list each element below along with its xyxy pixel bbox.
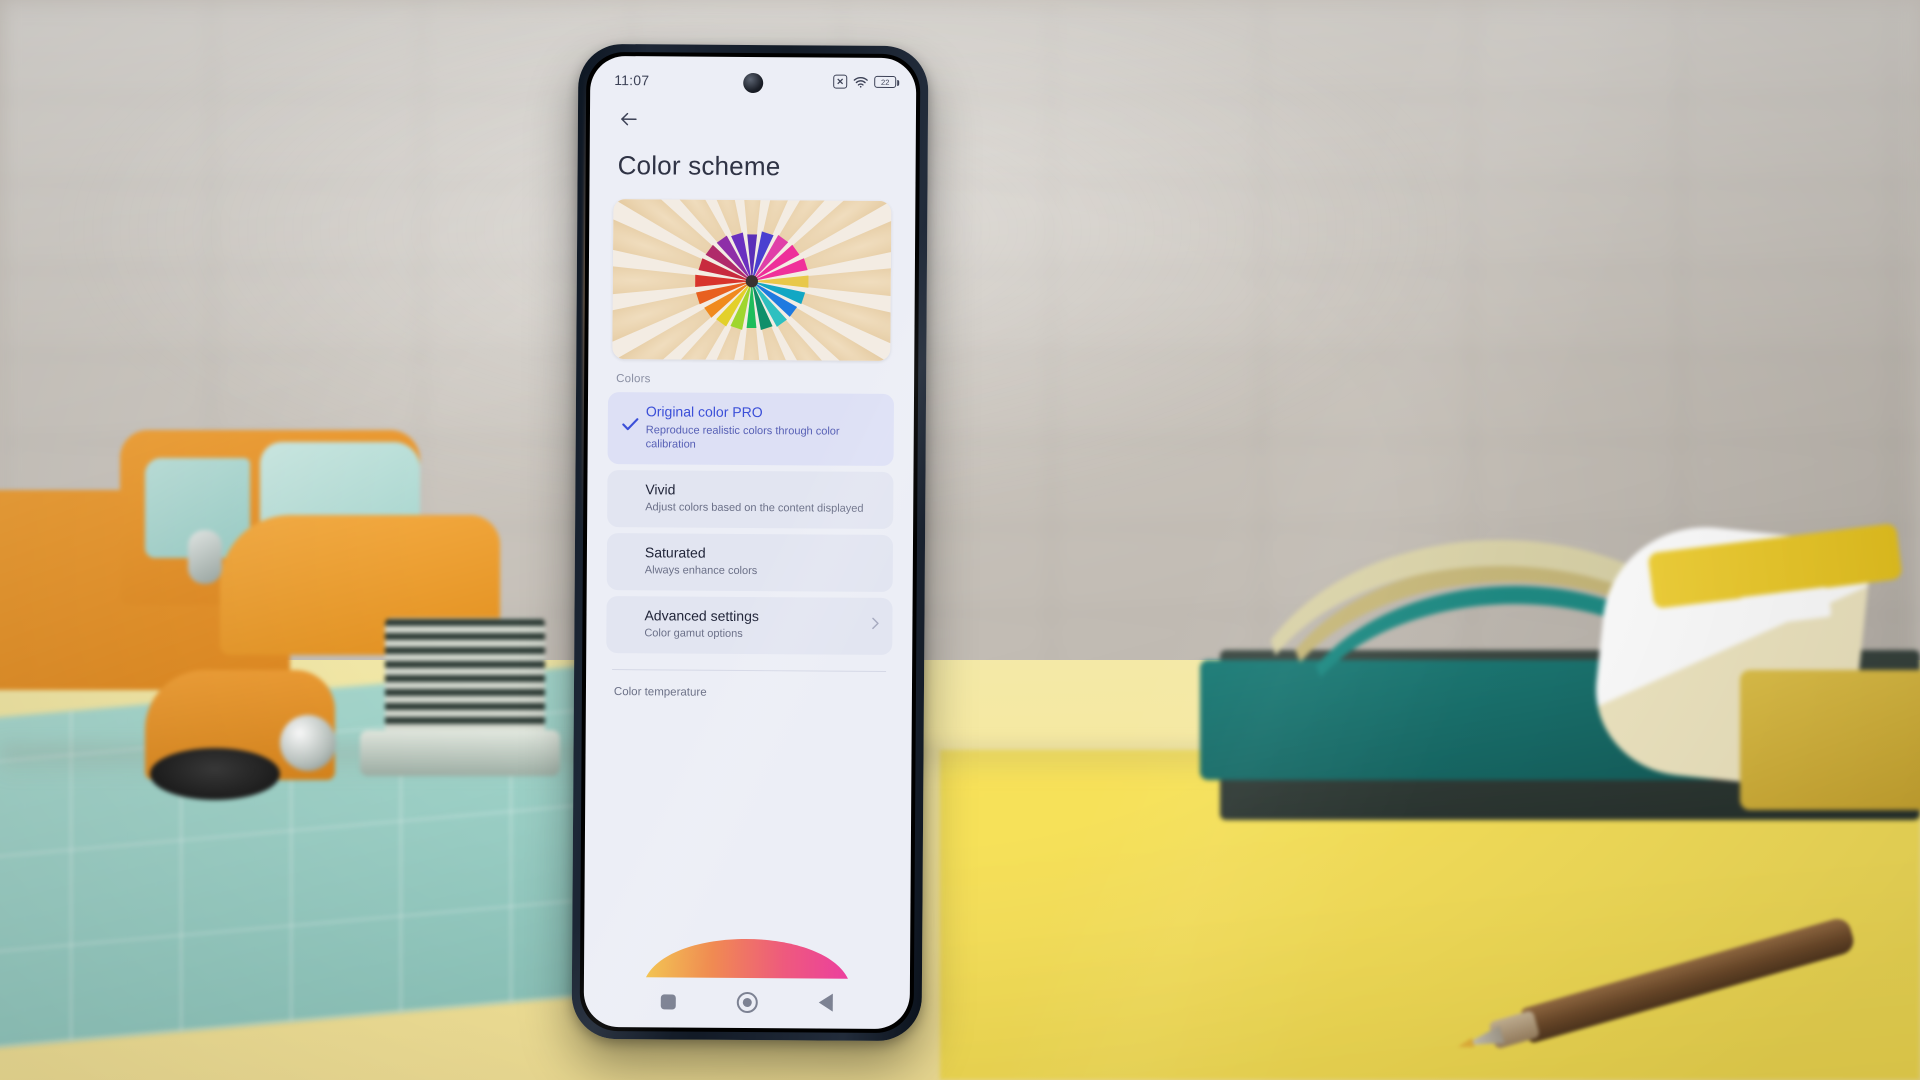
- option-title: Vivid: [645, 480, 676, 498]
- status-clock: 11:07: [614, 72, 650, 89]
- recents-button-icon[interactable]: [660, 993, 676, 1009]
- colors-section-label: Colors: [616, 373, 651, 386]
- color-options-list: Original color PRO Reproduce realistic c…: [588, 392, 912, 655]
- open-magazine: [1180, 500, 1920, 830]
- screen-content: Color scheme Colors Original color PRO R…: [584, 98, 916, 983]
- option-saturated[interactable]: Saturated Always enhance colors: [606, 532, 894, 592]
- color-temperature-control: [586, 697, 910, 983]
- option-subtitle: Adjust colors based on the content displ…: [645, 501, 864, 515]
- option-title: Advanced settings: [644, 606, 759, 624]
- truck-headlight: [280, 715, 336, 771]
- pen-cone: [1461, 1026, 1504, 1054]
- wifi-icon: [853, 75, 868, 88]
- battery-icon: 22: [874, 75, 897, 89]
- option-subtitle: Color gamut options: [644, 627, 743, 641]
- back-arrow-icon: [621, 112, 637, 126]
- truck-grille: [385, 618, 545, 738]
- back-button[interactable]: [592, 98, 914, 134]
- status-bar: 11:07 ✕ 22: [590, 56, 916, 100]
- page-title: Color scheme: [617, 150, 781, 182]
- truck-tire: [150, 748, 280, 800]
- front-camera-punch-hole: [743, 72, 764, 94]
- toy-truck: [0, 370, 580, 800]
- back-button-icon[interactable]: [819, 993, 834, 1012]
- option-title: Original color PRO: [645, 403, 763, 421]
- pen-tip: [1456, 1038, 1474, 1052]
- status-icons: ✕ 22: [833, 74, 897, 89]
- option-vivid[interactable]: Vivid Adjust colors based on the content…: [607, 469, 894, 529]
- android-navigation-bar: [584, 981, 910, 1029]
- truck-bumper: [360, 730, 560, 776]
- checkmark-icon: [622, 417, 639, 436]
- truck-mirror: [188, 530, 222, 584]
- phone-bezel: 11:07 ✕ 22 Color scheme Colors Original …: [579, 51, 921, 1034]
- color-pencils-preview-image: [612, 199, 892, 361]
- color-temperature-label: Color temperature: [613, 685, 707, 699]
- option-text: Saturated Always enhance colors: [645, 544, 879, 580]
- option-subtitle: Reproduce realistic colors through color…: [645, 423, 840, 451]
- phone-screen: 11:07 ✕ 22 Color scheme Colors Original …: [583, 55, 917, 1030]
- no-sim-icon: ✕: [833, 74, 848, 89]
- pencil-wheel-illustration: [612, 199, 892, 361]
- home-button-icon[interactable]: [736, 991, 758, 1013]
- chevron-right-icon: [871, 617, 879, 635]
- option-text: Vivid Adjust colors based on the content…: [645, 481, 879, 517]
- option-title: Saturated: [644, 543, 706, 561]
- color-temperature-arc-slider[interactable]: [642, 917, 852, 980]
- option-original-color-pro[interactable]: Original color PRO Reproduce realistic c…: [607, 392, 895, 466]
- option-subtitle: Always enhance colors: [644, 564, 758, 578]
- option-text: Original color PRO Reproduce realistic c…: [646, 403, 880, 453]
- smartphone: 11:07 ✕ 22 Color scheme Colors Original …: [571, 43, 929, 1042]
- option-advanced-settings[interactable]: Advanced settings Color gamut options: [606, 595, 893, 655]
- scene: 11:07 ✕ 22 Color scheme Colors Original …: [0, 0, 1920, 1080]
- magazine-yellow-page: [1740, 670, 1920, 810]
- option-text: Advanced settings Color gamut options: [644, 607, 878, 643]
